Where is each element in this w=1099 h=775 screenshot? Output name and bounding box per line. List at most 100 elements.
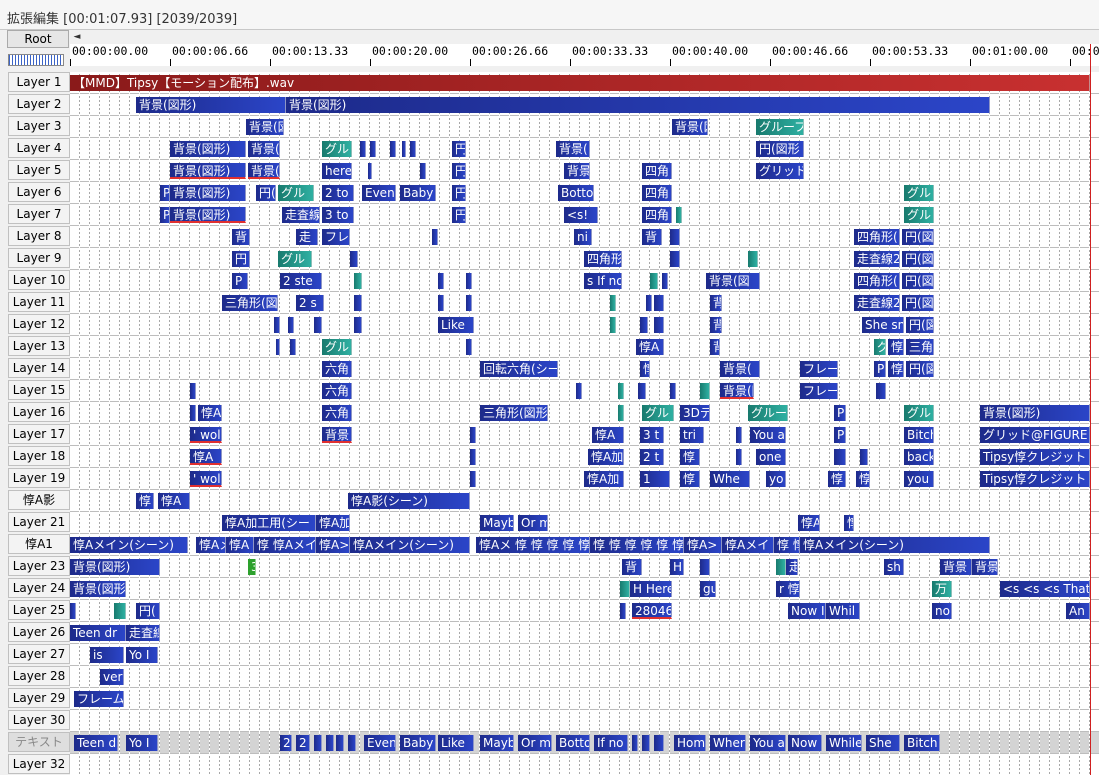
layer-header[interactable]: Layer 13: [8, 336, 70, 356]
timeline-object[interactable]: 惇A: [592, 427, 624, 443]
timeline-object[interactable]: P: [834, 405, 846, 421]
timeline-object[interactable]: 惇A加: [584, 471, 624, 487]
layer-lane[interactable]: 惇惇A 惇A影(シーン): [70, 490, 1099, 512]
timeline-object[interactable]: [610, 295, 616, 311]
timeline-object[interactable]: 2 s: [296, 295, 324, 311]
timeline-object[interactable]: 円: [452, 185, 466, 201]
timeline-object[interactable]: 惇A>: [316, 537, 350, 553]
layer-header[interactable]: Layer 17: [8, 424, 70, 444]
timeline-object[interactable]: [190, 383, 196, 399]
layer-lane[interactable]: P 背景(図形) 円(グル 2 to Even Baby 円 Botto 四角 グル: [70, 182, 1099, 204]
timeline-object[interactable]: 背景(図形): [170, 185, 246, 201]
timeline-object[interactable]: 背: [232, 229, 250, 245]
timeline-object[interactable]: Now: [788, 735, 822, 751]
timeline-object[interactable]: グル: [642, 405, 674, 421]
timeline-object[interactable]: 円: [452, 207, 466, 223]
timeline-object[interactable]: here: [322, 163, 352, 179]
layer-lane[interactable]: 六角背景(図フレー: [70, 380, 1099, 402]
timeline-object[interactable]: Tipsy惇クレジット: [980, 449, 1090, 465]
timeline-object[interactable]: P: [232, 273, 248, 289]
layer-lane[interactable]: 背走フレ ni 背四角形(円(図: [70, 226, 1099, 248]
timeline-object[interactable]: [470, 449, 476, 465]
timeline-object[interactable]: Yo I: [126, 647, 158, 663]
timeline-object[interactable]: [354, 317, 362, 333]
timeline-object[interactable]: 惇Aメイン(シーン): [800, 537, 990, 553]
timeline-area[interactable]: 【MMD】Tipsy【モーション配布】.wav背景(図形)背景(図形)背景(図背…: [70, 72, 1099, 775]
timeline-object[interactable]: 六角: [322, 383, 352, 399]
timeline-object[interactable]: フレーム: [74, 691, 124, 707]
timeline-object[interactable]: 円(: [136, 603, 160, 619]
timeline-object[interactable]: [670, 229, 680, 245]
timeline-object[interactable]: [736, 427, 742, 443]
timeline-object[interactable]: 惇: [828, 471, 846, 487]
timeline-object[interactable]: 背景(: [556, 141, 590, 157]
timeline-object[interactable]: 背景(図形): [170, 163, 246, 179]
timeline-object[interactable]: 背景: [564, 163, 590, 179]
timeline-object[interactable]: 背景(図形): [286, 97, 990, 113]
timeline-object[interactable]: Baby: [400, 735, 436, 751]
layer-header[interactable]: Layer 25: [8, 600, 70, 620]
layer-header[interactable]: Layer 30: [8, 710, 70, 730]
timeline-object[interactable]: [350, 251, 358, 267]
layer-lane[interactable]: Teen d Yo I 2 2 Even Baby Like Mayb Or m Botto If …: [70, 732, 1099, 754]
timeline-object[interactable]: 惇Aメイン(シーン): [70, 537, 188, 553]
timeline-object[interactable]: [670, 251, 680, 267]
timeline-object[interactable]: Baby: [400, 185, 436, 201]
timeline-object[interactable]: 惇A加工用(シー: [222, 515, 316, 531]
timeline-object[interactable]: 円: [452, 163, 466, 179]
timeline-object[interactable]: グル: [904, 207, 934, 223]
timeline-object[interactable]: [410, 141, 416, 157]
timeline-object[interactable]: <s <s <s That: [1000, 581, 1090, 597]
layer-header[interactable]: Layer 4: [8, 138, 70, 158]
timeline-object[interactable]: 円(図形: [756, 141, 804, 157]
timeline-object[interactable]: 3Dテ: [680, 405, 710, 421]
layer-lane[interactable]: 背景(図形)3背H走sh背景背景: [70, 556, 1099, 578]
timeline-object[interactable]: 円(図: [902, 251, 934, 267]
timeline-object[interactable]: 円(: [256, 185, 276, 201]
timeline-object[interactable]: 【MMD】Tipsy【モーション配布】.wav: [70, 75, 1090, 91]
layer-lane[interactable]: P 背景(図形) 走査線 3 to 円 <s! 四角 グル: [70, 204, 1099, 226]
timeline-object[interactable]: 背: [710, 339, 720, 355]
timeline-object[interactable]: 四角: [642, 185, 672, 201]
layer-header[interactable]: Layer 23: [8, 556, 70, 576]
timeline-object[interactable]: 背景: [940, 559, 972, 575]
layer-header[interactable]: Layer 29: [8, 688, 70, 708]
timeline-object[interactable]: 背景: [322, 427, 352, 443]
timeline-object[interactable]: [748, 251, 758, 267]
timeline-object[interactable]: 走: [786, 559, 798, 575]
timeline-object[interactable]: tri: [680, 427, 704, 443]
timeline-object[interactable]: [676, 207, 682, 223]
timeline-object[interactable]: [276, 339, 280, 355]
timeline-object[interactable]: [640, 317, 648, 333]
timeline-object[interactable]: [670, 383, 676, 399]
layer-header[interactable]: Layer 32: [8, 754, 70, 774]
timeline-object[interactable]: 走査線2: [854, 251, 900, 267]
timeline-object[interactable]: グリッド: [756, 163, 804, 179]
timeline-object[interactable]: Yo I: [126, 735, 158, 751]
timeline-object[interactable]: Mayb: [480, 515, 514, 531]
layer-header[interactable]: Layer 14: [8, 358, 70, 378]
timeline-object[interactable]: She sn: [862, 317, 904, 333]
timeline-object[interactable]: is: [90, 647, 124, 663]
timeline-object[interactable]: [114, 603, 126, 619]
timeline-object[interactable]: Botto: [558, 185, 594, 201]
timeline-object[interactable]: [834, 449, 846, 465]
layer-header[interactable]: Layer 26: [8, 622, 70, 642]
layer-header[interactable]: Layer 11: [8, 292, 70, 312]
timeline-object[interactable]: 惇: [888, 339, 904, 355]
timeline-object[interactable]: 背景(図形): [136, 97, 286, 113]
timeline-object[interactable]: [646, 295, 652, 311]
timeline-object[interactable]: Wher: [710, 735, 746, 751]
layer-header[interactable]: Layer 10: [8, 270, 70, 290]
timeline-object[interactable]: no: [932, 603, 952, 619]
timeline-object[interactable]: yo: [766, 471, 786, 487]
timeline-object[interactable]: 惇: [640, 361, 650, 377]
layer-lane[interactable]: 円(28046 Now I Whil no An: [70, 600, 1099, 622]
timeline-object[interactable]: Or m: [518, 515, 548, 531]
timeline-object[interactable]: An: [1066, 603, 1090, 619]
timeline-object[interactable]: Whe: [710, 471, 750, 487]
timeline-object[interactable]: 四角: [642, 163, 672, 179]
timeline-object[interactable]: [466, 273, 472, 289]
timeline-object[interactable]: [618, 405, 624, 421]
timeline-object[interactable]: [654, 735, 664, 751]
